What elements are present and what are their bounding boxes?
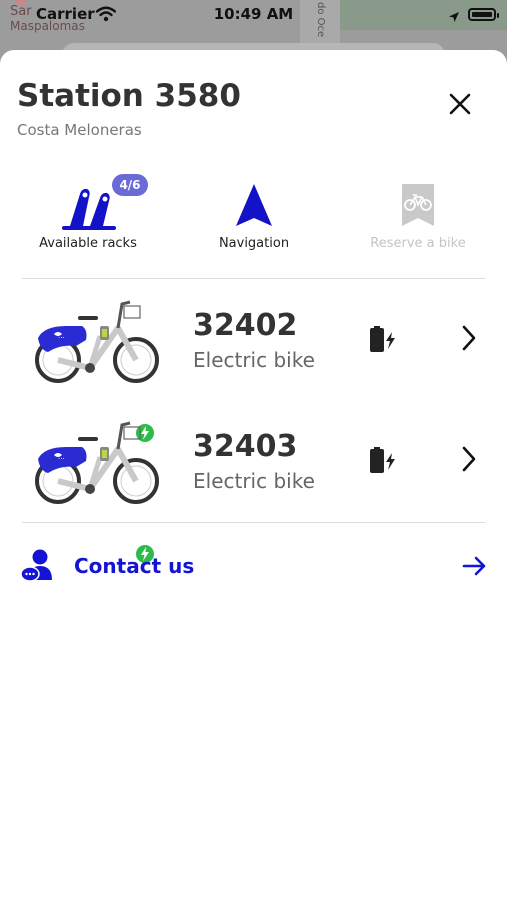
divider-top: [22, 278, 485, 279]
electric-bike-icon: ...: [35, 300, 159, 383]
battery-icon: [468, 8, 499, 21]
support-agent-icon: [20, 549, 52, 582]
status-time: 10:49 AM: [213, 5, 294, 23]
arrow-right-icon: [462, 556, 486, 576]
bike-type: Electric bike: [193, 469, 315, 493]
racks-count-badge: 4/6: [112, 174, 148, 196]
svg-text:...: ...: [58, 453, 65, 461]
screen: Sar Maspalomas do Oce Carrier 10:49 AM S…: [0, 0, 507, 900]
navigation-label: Navigation: [218, 236, 290, 251]
bike-list-item[interactable]: ... 32403 Electric bike: [0, 413, 507, 563]
reserve-bike-button[interactable]: Reserve a bike: [338, 170, 498, 260]
bike-number: 32402: [193, 308, 298, 343]
reserve-bike-label: Reserve a bike: [370, 236, 466, 251]
close-button[interactable]: [446, 90, 474, 118]
chevron-right-icon: [462, 325, 476, 351]
available-racks-label: Available racks: [39, 236, 137, 251]
battery-charging-icon: [370, 447, 395, 473]
contact-us-button[interactable]: Contact us: [0, 540, 507, 592]
station-title: Station 3580: [17, 78, 241, 114]
electric-bike-icon: ...: [35, 421, 159, 504]
reserve-bike-bookmark-icon: [402, 184, 434, 226]
close-icon: [449, 93, 471, 115]
bike-number: 32403: [193, 429, 298, 464]
station-subtitle: Costa Meloneras: [17, 121, 142, 139]
station-sheet: Station 3580 Costa Meloneras 4/6 Availab…: [0, 50, 507, 900]
available-racks-button[interactable]: 4/6 Available racks: [8, 170, 168, 260]
bike-list-item[interactable]: ... 32402 Electric bike: [0, 292, 507, 442]
location-arrow-icon: [448, 8, 460, 27]
station-actions: 4/6 Available racks Navigation Reserve a…: [0, 170, 507, 260]
svg-text:...: ...: [58, 332, 65, 340]
chevron-right-icon: [462, 446, 476, 472]
status-bar: Carrier 10:49 AM: [0, 0, 507, 30]
navigation-button[interactable]: Navigation: [174, 170, 334, 260]
navigation-arrow-icon: [236, 184, 272, 226]
divider-bottom: [22, 522, 485, 523]
contact-us-label: Contact us: [74, 554, 195, 578]
bike-rack-icon: [62, 188, 116, 230]
battery-charging-icon: [370, 326, 395, 352]
bike-type: Electric bike: [193, 348, 315, 372]
